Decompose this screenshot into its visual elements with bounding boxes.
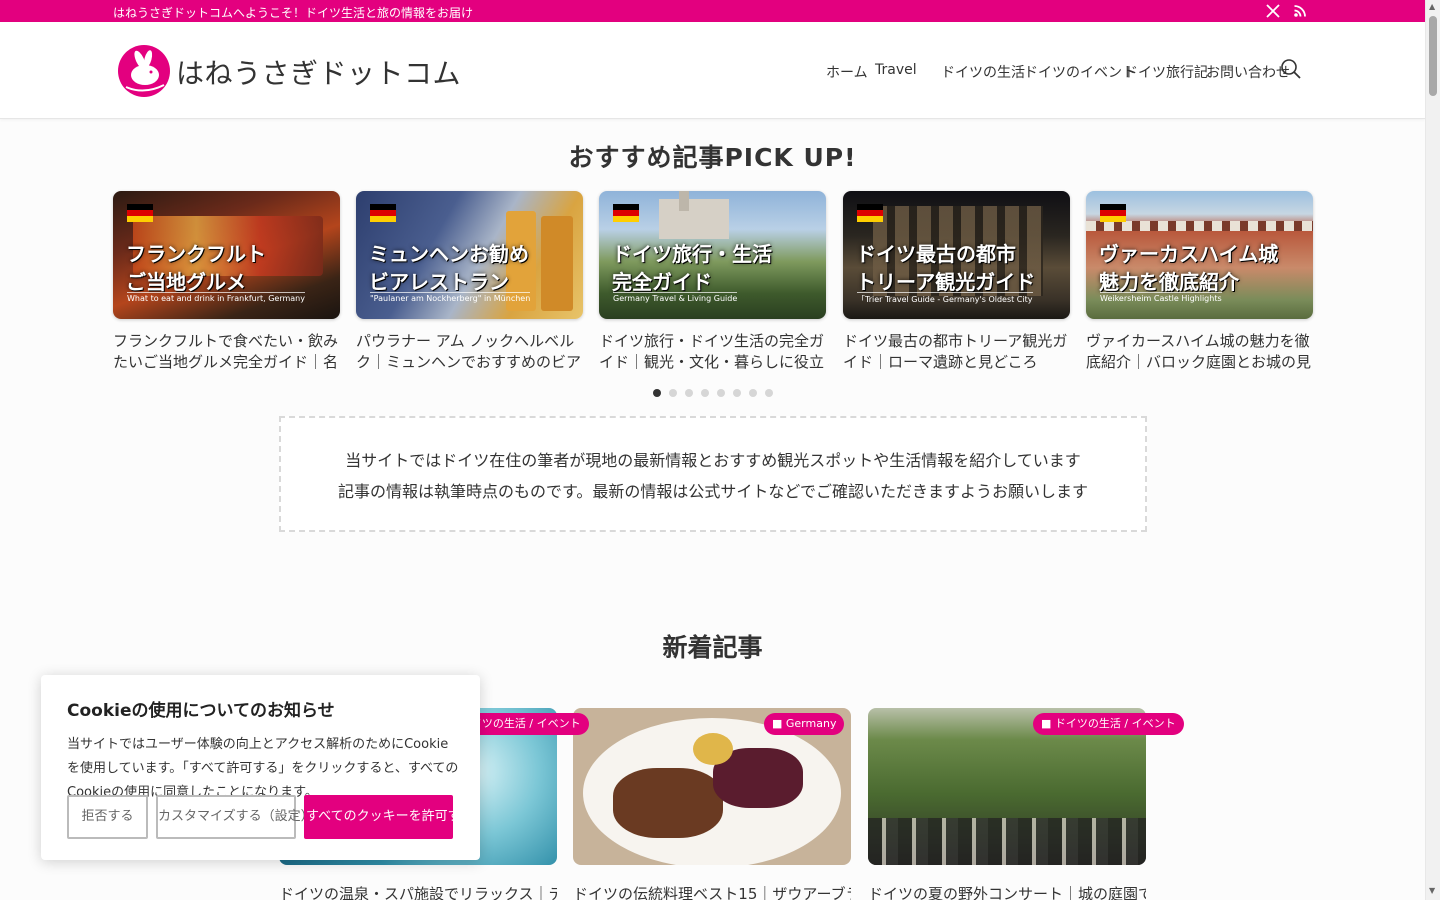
scroll-up-arrow-icon[interactable]: ▲: [1429, 2, 1435, 11]
thumb-title-line2: ご当地グルメ: [126, 270, 246, 294]
post-title[interactable]: ドイツの温泉・スパ施設でリラックス｜テルメの楽しみ方と利用方法: [279, 883, 557, 900]
thumb-title-line2: ビアレストラン: [369, 270, 509, 294]
post-category-label: Germany: [785, 717, 837, 730]
thumb-title-line2: 完全ガイド: [612, 270, 712, 294]
thumb-title-line1: ヴァーカスハイム城: [1099, 242, 1279, 266]
carousel-dot[interactable]: [717, 389, 725, 397]
post-category-badge[interactable]: ■ Germany: [764, 713, 845, 735]
carousel-dot[interactable]: [701, 389, 709, 397]
nav-item-life[interactable]: ドイツの生活: [941, 62, 1025, 82]
carousel-dot[interactable]: [733, 389, 741, 397]
latest-heading: 新着記事: [662, 633, 763, 662]
post-category-label: ドイツの生活 / イベント: [1054, 717, 1176, 730]
cookie-consent-dialog: Cookieの使用についてのお知らせ 当サイトではユーザー体験の向上とアクセス解…: [41, 675, 480, 860]
page-scrollbar[interactable]: ▲ ▼: [1425, 0, 1440, 900]
top-announcement-bar: はねうさぎドットコムへようこそ！ドイツ生活と旅の情報をお届け: [0, 0, 1425, 22]
announcement-text: はねうさぎドットコムへようこそ！ドイツ生活と旅の情報をお届け: [113, 6, 474, 20]
pickup-thumbnail[interactable]: ドイツ最古の都市 トリーア観光ガイド 「Trier Travel Guide -…: [843, 191, 1070, 319]
thumb-subtitle: Germany Travel & Living Guide: [613, 292, 738, 303]
site-notice: 当サイトではドイツ在住の筆者が現地の最新情報とおすすめ観光スポットや生活情報を紹…: [279, 416, 1147, 532]
pickup-card[interactable]: ドイツ最古の都市 トリーア観光ガイド 「Trier Travel Guide -…: [843, 191, 1070, 373]
nav-item-events[interactable]: ドイツのイベント: [1024, 62, 1136, 82]
thumb-subtitle: What to eat and drink in Frankfurt, Germ…: [127, 292, 305, 303]
pickup-title[interactable]: ドイツ最古の都市トリーア観光ガイド｜ローマ遺跡と見どころ: [843, 331, 1070, 373]
thumb-subtitle: 「Trier Travel Guide - Germany's Oldest C…: [857, 292, 1033, 305]
germany-flag-icon: [857, 204, 883, 222]
pickup-heading: おすすめ記事PICK UP!: [568, 143, 857, 172]
germany-flag-icon: [613, 204, 639, 222]
rabbit-logo[interactable]: [118, 45, 170, 97]
pickup-title[interactable]: フランクフルトで食べたい・飲みたいご当地グルメ完全ガイド｜名物料理とおすすめ店: [113, 331, 340, 373]
germany-flag-icon: [127, 204, 153, 222]
scrollbar-thumb[interactable]: [1429, 16, 1437, 96]
nav-item-home[interactable]: ホーム: [826, 62, 868, 82]
thumb-subtitle: "Paulaner am Nockherberg" in München: [370, 292, 531, 303]
thumb-title-line1: フランクフルト: [126, 242, 266, 266]
pickup-thumbnail[interactable]: ミュンヘンお勧め ビアレストラン "Paulaner am Nockherber…: [356, 191, 583, 319]
carousel-dot[interactable]: [765, 389, 773, 397]
nav-item-contact[interactable]: お問い合わせ: [1206, 62, 1290, 82]
pickup-thumbnail[interactable]: ドイツ旅行・生活 完全ガイド Germany Travel & Living G…: [599, 191, 826, 319]
pickup-card[interactable]: フランクフルト ご当地グルメ What to eat and drink in …: [113, 191, 340, 373]
pickup-card[interactable]: ヴァーカスハイム城 魅力を徹底紹介 Weikersheim Castle Hig…: [1086, 191, 1313, 373]
pickup-thumbnail[interactable]: フランクフルト ご当地グルメ What to eat and drink in …: [113, 191, 340, 319]
carousel-dot[interactable]: [669, 389, 677, 397]
pickup-card[interactable]: ミュンヘンお勧め ビアレストラン "Paulaner am Nockherber…: [356, 191, 583, 373]
notice-line-2: 記事の情報は執筆時点のものです。最新の情報は公式サイトなどでご確認いただきますよ…: [337, 482, 1089, 501]
thumb-title-line1: ミュンヘンお勧め: [369, 242, 529, 266]
cookie-customize-button[interactable]: カスタマイズする（設定）: [156, 795, 314, 839]
carousel-dot[interactable]: [749, 389, 757, 397]
site-name[interactable]: はねうさぎドットコム: [176, 52, 461, 92]
folder-icon: ■: [772, 717, 786, 730]
pickup-title[interactable]: ヴァイカースハイム城の魅力を徹底紹介｜バロック庭園とお城の見どころ・アクセス情報: [1086, 331, 1313, 373]
x-icon[interactable]: [1264, 2, 1282, 20]
germany-flag-icon: [1100, 204, 1126, 222]
pickup-title[interactable]: パウラナー アム ノックヘルベルク｜ミュンヘンでおすすめのビアレストランとビアガ…: [356, 331, 583, 373]
cookie-title: Cookieの使用についてのお知らせ: [67, 701, 335, 721]
thumb-subtitle: Weikersheim Castle Highlights: [1100, 292, 1222, 303]
pickup-title[interactable]: ドイツ旅行・ドイツ生活の完全ガイド｜観光・文化・暮らしに役立つ情報まとめ: [599, 331, 826, 373]
carousel-dot[interactable]: [653, 389, 661, 397]
post-title[interactable]: ドイツの伝統料理ベスト15｜ザウアーブラーテンなど本場の郷土料理: [573, 883, 851, 900]
post-title[interactable]: ドイツの夏の野外コンサート｜城の庭園で楽しむクラシック音楽の夕べ: [868, 883, 1146, 900]
search-icon[interactable]: [1280, 58, 1302, 80]
thumb-title-line2: 魅力を徹底紹介: [1099, 270, 1239, 294]
notice-line-1: 当サイトではドイツ在住の筆者が現地の最新情報とおすすめ観光スポットや生活情報を紹…: [345, 451, 1081, 470]
cookie-accept-all-button[interactable]: すべてのクッキーを許可する: [304, 795, 474, 839]
thumb-title-line1: ドイツ旅行・生活: [612, 242, 772, 266]
rss-icon[interactable]: [1291, 2, 1309, 20]
nav-item-travel[interactable]: Travel: [875, 62, 917, 78]
pickup-card[interactable]: ドイツ旅行・生活 完全ガイド Germany Travel & Living G…: [599, 191, 826, 373]
scroll-down-arrow-icon[interactable]: ▼: [1429, 886, 1435, 895]
germany-flag-icon: [370, 204, 396, 222]
folder-icon: ■: [1041, 717, 1055, 730]
pickup-thumbnail[interactable]: ヴァーカスハイム城 魅力を徹底紹介 Weikersheim Castle Hig…: [1086, 191, 1313, 319]
thumb-title-line1: ドイツ最古の都市: [856, 242, 1016, 266]
carousel-dot[interactable]: [685, 389, 693, 397]
site-header: はねうさぎドットコム ホーム Travel ドイツの生活 ドイツのイベント ドイ…: [0, 22, 1425, 119]
cookie-reject-button[interactable]: 拒否する: [67, 795, 148, 839]
nav-item-travelogue[interactable]: ドイツ旅行記: [1124, 62, 1208, 82]
thumb-title-line2: トリーア観光ガイド: [856, 270, 1036, 294]
post-category-badge[interactable]: ■ ドイツの生活 / イベント: [1033, 713, 1184, 735]
